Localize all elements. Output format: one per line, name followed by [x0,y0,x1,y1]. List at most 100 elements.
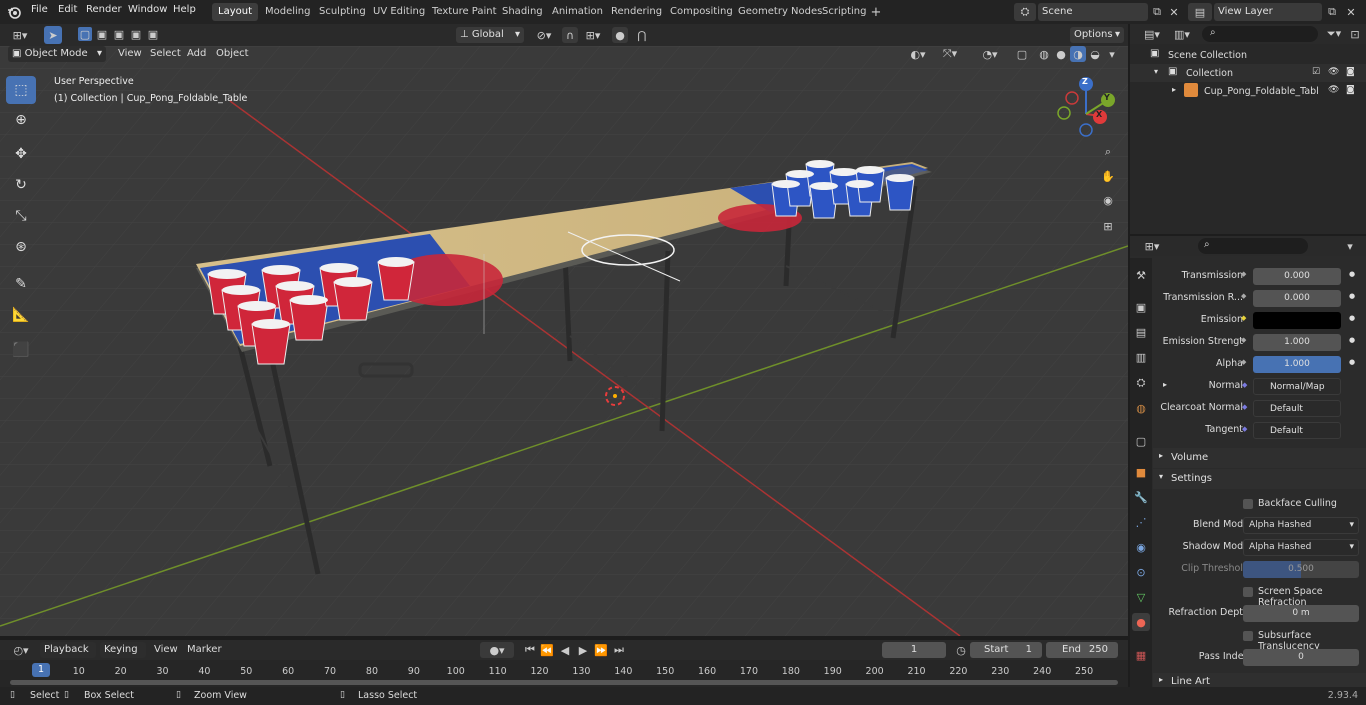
tab-scripting[interactable]: Scripting [816,3,872,21]
outliner-row-collection[interactable]: ▾ ▣ Collection ☑ 👁 ◙ [1130,64,1366,82]
menu-render[interactable]: Render [86,4,122,15]
tab-geometry-nodes[interactable]: Geometry Nodes [732,3,828,21]
physics-tab-icon[interactable]: ◉ [1133,538,1149,556]
material-tab-icon[interactable]: ● [1132,613,1150,631]
section-settings[interactable]: ▾ Settings [1153,469,1366,489]
menu-edit[interactable]: Edit [58,4,77,15]
properties-search-input[interactable]: ⌕ [1198,238,1308,254]
menu-help[interactable]: Help [173,4,196,15]
modifier-tab-icon[interactable]: 🔧 [1133,488,1149,506]
new-view-layer-icon[interactable]: ⧉ [1324,3,1340,21]
world-tab-icon[interactable]: ◍ [1133,399,1149,417]
tab-uv-editing[interactable]: UV Editing [367,3,431,21]
shadow-mode-dropdown[interactable]: Alpha Hashed ▾ [1243,539,1359,556]
checkbox-icon[interactable]: ☑ [1312,67,1320,77]
annotate-tool-icon[interactable]: ✎ [6,270,36,298]
delete-view-layer-icon[interactable]: ✕ [1344,3,1358,21]
chevron-down-icon[interactable]: ▾ [1342,238,1358,254]
transform-tool-icon[interactable]: ⊛ [6,233,36,261]
scene-icon[interactable]: ⛭ [1014,3,1036,21]
zoom-icon[interactable]: ⌕ [1098,142,1118,162]
view-layer-selector[interactable]: View Layer [1214,3,1322,21]
menu-select[interactable]: Select [150,46,181,62]
proportional-edit-icon[interactable]: ● [612,27,628,43]
scene-tab-icon[interactable]: ⛭ [1133,374,1149,392]
clip-threshold-slider[interactable]: 0.500 [1243,561,1359,578]
camera-render-icon[interactable]: ◙ [1346,85,1355,95]
select-mode-intersect-icon[interactable]: ▣ [146,27,160,41]
view-layer-tab-icon[interactable]: ▥ [1133,348,1149,366]
section-volume[interactable]: ▸ Volume [1153,448,1366,468]
animate-dot-icon[interactable]: ● [1349,314,1355,322]
rotate-tool-icon[interactable]: ↻ [6,171,36,199]
display-mode-icon[interactable]: ▥▾ [1170,26,1194,42]
blend-mode-dropdown[interactable]: Alpha Hashed ▾ [1243,517,1359,534]
emission-strength-field[interactable]: 1.000 [1253,334,1341,351]
tangent-field[interactable]: Default [1253,422,1341,439]
camera-render-icon[interactable]: ◙ [1346,67,1355,77]
timeline-menu-view[interactable]: View [154,642,178,658]
gizmo-toggle-icon[interactable]: ⤧▾ [934,46,966,62]
section-line-art[interactable]: ▸ Line Art [1153,673,1366,687]
material-shading-icon[interactable]: ◑ [1070,46,1086,62]
chevron-right-icon[interactable]: ▸ [1172,85,1176,94]
subsurface-translucency-checkbox[interactable] [1243,631,1253,641]
xray-icon[interactable]: ▢ [1014,46,1030,62]
menu-object[interactable]: Object [216,46,249,62]
output-tab-icon[interactable]: ▤ [1133,323,1149,341]
collection-tab-icon[interactable]: ▢ [1133,432,1149,450]
select-mode-extend-icon[interactable]: ▣ [95,27,109,41]
timeline-scrollbar[interactable] [10,680,1118,685]
proportional-falloff-icon[interactable]: ⋂ [630,27,654,43]
menu-add[interactable]: Add [187,46,206,62]
transmission-roughness-field[interactable]: 0.000 [1253,290,1341,307]
refraction-depth-field[interactable]: 0 m [1243,605,1359,622]
render-tab-icon[interactable]: ▣ [1133,298,1149,316]
menu-window[interactable]: Window [128,4,167,15]
clock-icon[interactable]: ◷ [954,642,968,658]
tab-modeling[interactable]: Modeling [259,3,317,21]
particles-tab-icon[interactable]: ⋰ [1133,513,1149,531]
animate-dot-icon[interactable]: ● [1349,358,1355,366]
wireframe-shading-icon[interactable]: ◍ [1036,46,1052,62]
camera-icon[interactable]: ◉ [1098,190,1118,210]
rendered-shading-icon[interactable]: ◒ [1087,46,1103,62]
select-mode-new-icon[interactable]: ▢ [78,27,92,41]
snap-target-icon[interactable]: ⊞▾ [580,27,606,43]
tool-tab-icon[interactable]: ⚒ [1133,266,1149,284]
color-socket-icon[interactable]: ◆ [1241,314,1247,322]
pass-index-field[interactable]: 0 [1243,649,1359,666]
timeline-editor-type-icon[interactable]: ◴▾ [8,642,34,658]
alpha-slider[interactable]: 1.000 [1253,356,1341,373]
outliner-row-object[interactable]: ▸ Cup_Pong_Foldable_Tabl 👁 ◙ [1130,82,1366,100]
texture-tab-icon[interactable]: ▦ [1133,646,1149,664]
overlay-toggle-icon[interactable]: ◔▾ [974,46,1006,62]
select-mode-subtract-icon[interactable]: ▣ [112,27,126,41]
keyframe-dot-icon[interactable]: ◆ [1241,270,1247,278]
new-scene-icon[interactable]: ⧉ [1149,3,1165,21]
tab-animation[interactable]: Animation [546,3,609,21]
object-mode-dropdown[interactable]: ▣ Object Mode ▾ [8,46,106,62]
add-workspace-icon[interactable]: + [868,4,884,20]
snap-icon[interactable]: ∩ [562,27,578,43]
editor-type-icon[interactable]: ⊞▾ [8,27,32,43]
end-frame-field[interactable]: End 250 [1046,642,1118,658]
tab-texture-paint[interactable]: Texture Paint [426,3,503,21]
object-data-tab-icon[interactable]: ▽ [1133,588,1149,606]
jump-end-icon[interactable]: ⏭ [611,642,627,658]
outliner-row-scene-collection[interactable]: ▣ Scene Collection [1130,46,1366,64]
menu-file[interactable]: File [31,4,48,15]
current-frame-field[interactable]: 1 [882,642,946,658]
blender-logo-icon[interactable] [6,4,22,20]
eye-icon[interactable]: 👁 [1328,67,1339,77]
screen-space-refraction-checkbox[interactable] [1243,587,1253,597]
cursor-tool-icon[interactable]: ⊕ [6,106,36,134]
object-tab-icon[interactable]: ■ [1133,463,1149,481]
tab-layout[interactable]: Layout [212,3,258,21]
animate-dot-icon[interactable]: ● [1349,336,1355,344]
visibility-icon[interactable]: ◐▾ [904,46,932,62]
constraints-tab-icon[interactable]: ⊙ [1133,563,1149,581]
chevron-down-icon[interactable]: ▾ [1154,67,1158,76]
record-icon[interactable]: ●▾ [480,642,514,658]
keyframe-dot-icon[interactable]: ◆ [1241,358,1247,366]
